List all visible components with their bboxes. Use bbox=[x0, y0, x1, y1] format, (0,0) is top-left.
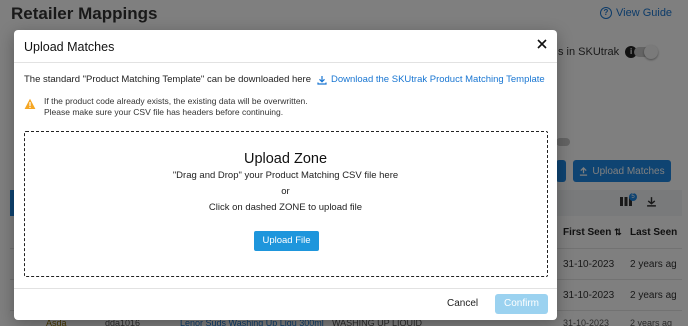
dialog-title: Upload Matches bbox=[24, 40, 115, 54]
upload-matches-dialog: Upload Matches The standard "Product Mat… bbox=[14, 30, 557, 320]
dropzone-click-hint: Click on dashed ZONE to upload file bbox=[208, 202, 363, 213]
cancel-button[interactable]: Cancel bbox=[447, 298, 478, 309]
warning-line-2: Please make sure your CSV file has heade… bbox=[44, 107, 284, 117]
download-template-link[interactable]: Download the SKUtrak Product Matching Te… bbox=[317, 74, 545, 85]
dialog-header: Upload Matches bbox=[14, 30, 557, 63]
download-icon bbox=[317, 75, 327, 85]
warning-message: If the product code already exists, the … bbox=[24, 96, 308, 118]
upload-dropzone[interactable]: Upload Zone "Drag and Drop" your Product… bbox=[24, 131, 548, 277]
upload-file-button[interactable]: Upload File bbox=[254, 231, 319, 251]
dialog-footer-divider bbox=[14, 288, 557, 289]
warning-icon bbox=[24, 98, 36, 109]
confirm-button[interactable]: Confirm bbox=[495, 294, 548, 314]
close-icon bbox=[537, 39, 547, 49]
warning-line-1: If the product code already exists, the … bbox=[44, 96, 308, 106]
warning-text: If the product code already exists, the … bbox=[44, 96, 308, 118]
close-button[interactable] bbox=[534, 36, 550, 52]
template-info: The standard "Product Matching Template"… bbox=[24, 74, 545, 85]
dropzone-title: Upload Zone bbox=[243, 151, 328, 167]
dropzone-or: or bbox=[281, 186, 290, 197]
dropzone-instruction: "Drag and Drop" your Product Matching CS… bbox=[172, 170, 399, 181]
template-text: The standard "Product Matching Template"… bbox=[24, 74, 311, 85]
download-template-label: Download the SKUtrak Product Matching Te… bbox=[331, 74, 545, 85]
